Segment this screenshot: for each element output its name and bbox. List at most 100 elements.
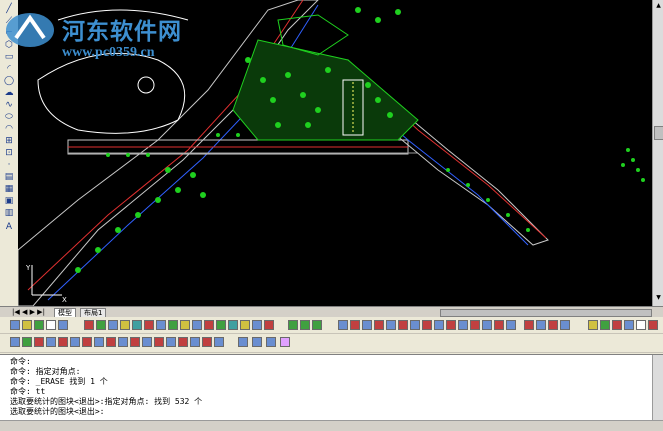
- tool-icon[interactable]: [34, 320, 44, 330]
- text-icon[interactable]: A: [3, 222, 15, 232]
- tool-icon[interactable]: [422, 320, 432, 330]
- vertical-scrollbar[interactable]: ▲ ▼: [652, 0, 663, 306]
- rectangle-icon[interactable]: ▭: [3, 52, 15, 62]
- watermark-url: www.pc0359.cn: [62, 45, 155, 60]
- command-window[interactable]: 命令: 命令: 指定对角点: 命令: _ERASE 找到 1 个 命令: tt …: [0, 354, 663, 421]
- insert-block-icon[interactable]: ⊞: [3, 136, 15, 146]
- gradient-icon[interactable]: ▦: [3, 184, 15, 194]
- tool-icon[interactable]: [58, 337, 68, 347]
- tool-icon[interactable]: [96, 320, 106, 330]
- tool-icon[interactable]: [386, 320, 396, 330]
- tool-icon[interactable]: [410, 320, 420, 330]
- arc-icon[interactable]: ◜: [3, 64, 15, 74]
- ellipse-arc-icon[interactable]: ◠: [3, 124, 15, 134]
- tool-icon[interactable]: [46, 320, 56, 330]
- table-icon[interactable]: ▥: [3, 208, 15, 218]
- tool-icon[interactable]: [288, 320, 298, 330]
- toolbar-row-2: [0, 334, 663, 353]
- tool-icon[interactable]: [434, 320, 444, 330]
- tool-icon[interactable]: [118, 337, 128, 347]
- tool-icon[interactable]: [94, 337, 104, 347]
- tool-icon[interactable]: [10, 337, 20, 347]
- tool-icon[interactable]: [280, 337, 290, 347]
- tool-icon[interactable]: [204, 320, 214, 330]
- tool-icon[interactable]: [524, 320, 534, 330]
- tool-icon[interactable]: [82, 337, 92, 347]
- tool-icon[interactable]: [22, 320, 32, 330]
- revcloud-icon[interactable]: ☁: [3, 88, 15, 98]
- tool-icon[interactable]: [600, 320, 610, 330]
- tool-icon[interactable]: [470, 320, 480, 330]
- tool-icon[interactable]: [132, 320, 142, 330]
- tool-icon[interactable]: [264, 320, 274, 330]
- region-icon[interactable]: ▣: [3, 196, 15, 206]
- tool-icon[interactable]: [636, 320, 646, 330]
- tool-icon[interactable]: [362, 320, 372, 330]
- tool-icon[interactable]: [84, 320, 94, 330]
- hatch-icon[interactable]: ▤: [3, 172, 15, 182]
- tool-icon[interactable]: [648, 320, 658, 330]
- tool-icon[interactable]: [374, 320, 384, 330]
- tool-icon[interactable]: [300, 320, 310, 330]
- tool-icon[interactable]: [214, 337, 224, 347]
- tool-icon[interactable]: [202, 337, 212, 347]
- command-line: 选取要统计的图块<退出>:指定对角点: 找到 532 个: [10, 397, 203, 406]
- tool-icon[interactable]: [536, 320, 546, 330]
- tool-icon[interactable]: [108, 320, 118, 330]
- tool-icon[interactable]: [178, 337, 188, 347]
- watermark-title: 河东软件网: [62, 19, 182, 44]
- horizontal-scrollbar[interactable]: [440, 309, 652, 317]
- tool-icon[interactable]: [216, 320, 226, 330]
- tool-icon[interactable]: [120, 320, 130, 330]
- tool-icon[interactable]: [10, 320, 20, 330]
- tool-icon[interactable]: [238, 337, 248, 347]
- tool-icon[interactable]: [548, 320, 558, 330]
- tool-icon[interactable]: [142, 337, 152, 347]
- tool-icon[interactable]: [144, 320, 154, 330]
- tool-icon[interactable]: [166, 337, 176, 347]
- tool-icon[interactable]: [46, 337, 56, 347]
- make-block-icon[interactable]: ⊡: [3, 148, 15, 158]
- tool-icon[interactable]: [154, 337, 164, 347]
- tool-icon[interactable]: [156, 320, 166, 330]
- tool-icon[interactable]: [338, 320, 348, 330]
- spline-icon[interactable]: ∿: [3, 100, 15, 110]
- tool-icon[interactable]: [228, 320, 238, 330]
- tool-icon[interactable]: [130, 337, 140, 347]
- scroll-thumb[interactable]: [654, 126, 663, 140]
- tool-icon[interactable]: [446, 320, 456, 330]
- tool-icon[interactable]: [560, 320, 570, 330]
- tool-icon[interactable]: [506, 320, 516, 330]
- tool-icon[interactable]: [588, 320, 598, 330]
- tab-nav-icon[interactable]: |◀ ◀ ▶ ▶|: [12, 307, 45, 317]
- tool-icon[interactable]: [240, 320, 250, 330]
- tool-icon[interactable]: [252, 337, 262, 347]
- tool-icon[interactable]: [624, 320, 634, 330]
- tool-icon[interactable]: [168, 320, 178, 330]
- tool-icon[interactable]: [350, 320, 360, 330]
- tool-icon[interactable]: [192, 320, 202, 330]
- tool-icon[interactable]: [266, 337, 276, 347]
- tool-icon[interactable]: [494, 320, 504, 330]
- circle-icon[interactable]: ◯: [3, 76, 15, 86]
- scroll-down-icon[interactable]: ▼: [654, 294, 663, 302]
- tool-icon[interactable]: [106, 337, 116, 347]
- tool-icon[interactable]: [22, 337, 32, 347]
- tool-icon[interactable]: [190, 337, 200, 347]
- tool-icon[interactable]: [458, 320, 468, 330]
- ellipse-icon[interactable]: ⬭: [3, 112, 15, 122]
- command-input[interactable]: 选取要统计的图块<退出>:: [10, 407, 104, 417]
- tool-icon[interactable]: [180, 320, 190, 330]
- tool-icon[interactable]: [398, 320, 408, 330]
- tool-icon[interactable]: [58, 320, 68, 330]
- ucs-x-label: X: [62, 296, 67, 304]
- tool-icon[interactable]: [34, 337, 44, 347]
- tool-icon[interactable]: [252, 320, 262, 330]
- tool-icon[interactable]: [312, 320, 322, 330]
- command-scrollbar[interactable]: [652, 355, 663, 421]
- scroll-up-icon[interactable]: ▲: [654, 2, 663, 10]
- point-icon[interactable]: ·: [3, 160, 15, 170]
- tool-icon[interactable]: [482, 320, 492, 330]
- tool-icon[interactable]: [70, 337, 80, 347]
- tool-icon[interactable]: [612, 320, 622, 330]
